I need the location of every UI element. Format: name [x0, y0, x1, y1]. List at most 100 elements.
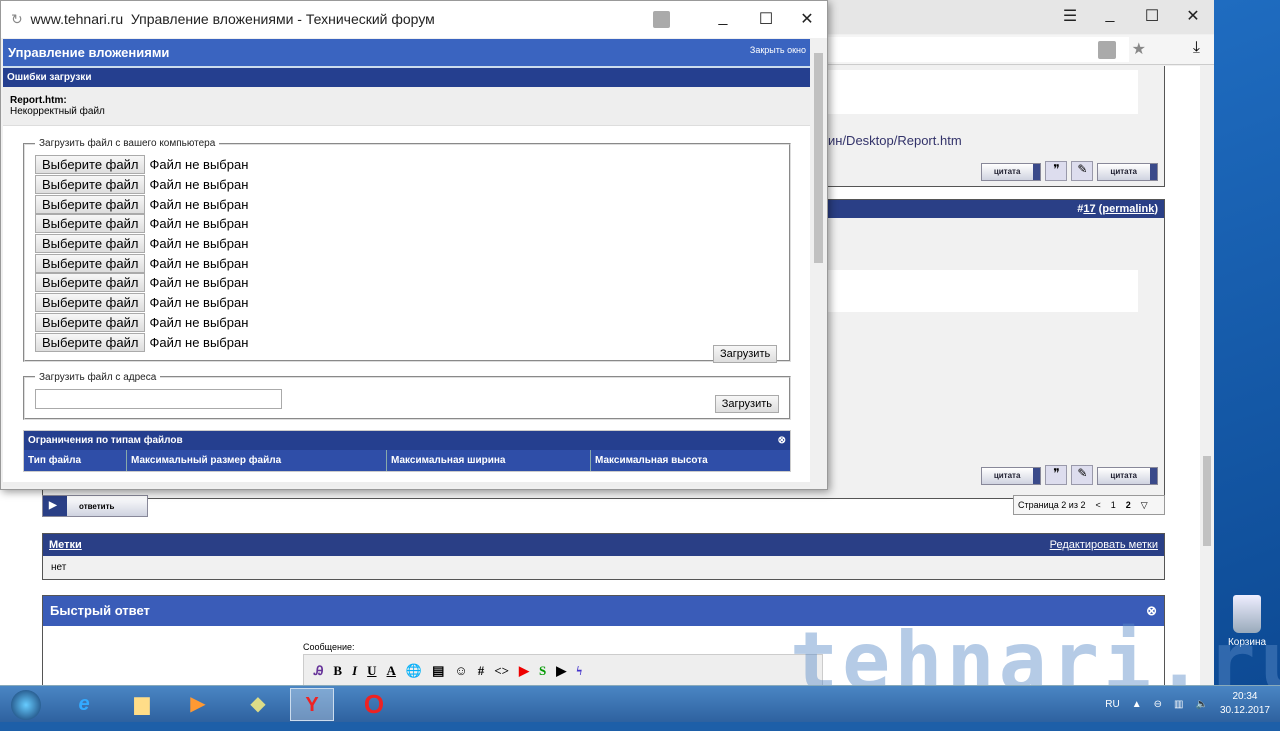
- popup-content: Управление вложениями Закрыть окно Ошибки…: [3, 39, 811, 487]
- desktop: [1214, 0, 1280, 685]
- url-field[interactable]: [828, 37, 1129, 62]
- download-icon[interactable]: ⤓: [1193, 39, 1200, 57]
- start-button[interactable]: [4, 688, 48, 721]
- page-scrollbar[interactable]: [1200, 66, 1214, 685]
- choose-file-button[interactable]: Выберите файл: [35, 175, 146, 195]
- col-max-width: Максимальная ширина: [387, 449, 591, 471]
- attachments-popup: ↻ www.tehnari.ru Управление вложениями -…: [0, 0, 828, 490]
- attachment-link[interactable]: ин/Desktop/Report.htm: [828, 133, 962, 148]
- media-player-icon[interactable]: ▶: [176, 688, 220, 721]
- choose-file-button[interactable]: Выберите файл: [35, 155, 146, 175]
- file-row: Выберите файл Файл не выбран: [35, 175, 779, 195]
- maximize-button[interactable]: ☐: [1137, 6, 1167, 26]
- file-row: Выберите файл Файл не выбран: [35, 332, 779, 352]
- link-icon[interactable]: 🌐: [406, 663, 422, 685]
- s-icon[interactable]: S: [539, 663, 546, 685]
- message-label: Сообщение:: [303, 642, 355, 652]
- ie-icon[interactable]: e: [62, 688, 106, 721]
- tray-arrow-icon[interactable]: ▲: [1132, 699, 1142, 710]
- choose-file-button[interactable]: Выберите файл: [35, 332, 146, 352]
- post-number-link[interactable]: 17: [1083, 203, 1095, 215]
- pagination: Страница 2 из 2 <1 2 ▽: [1013, 495, 1165, 515]
- no-file-label: Файл не выбран: [149, 295, 249, 311]
- popup-scrollbar[interactable]: [810, 39, 826, 487]
- smiley-icon[interactable]: ☺: [454, 663, 467, 685]
- reply-button[interactable]: ▶ ответить: [42, 495, 148, 517]
- multiquote-icon[interactable]: ❞: [1045, 161, 1068, 181]
- no-file-label: Файл не выбран: [149, 334, 249, 350]
- pager-page-2: 2: [1125, 500, 1131, 510]
- edit-icon[interactable]: ✎: [1071, 465, 1094, 485]
- pager-label: Страница 2 из 2: [1018, 500, 1086, 510]
- bold-button[interactable]: B: [333, 663, 342, 685]
- upload-button[interactable]: Загрузить: [713, 345, 778, 363]
- collapse-icon[interactable]: ⊗: [778, 435, 786, 446]
- play-icon[interactable]: ▶: [556, 663, 566, 685]
- permalink-link[interactable]: permalink: [1102, 203, 1154, 215]
- quote-button[interactable]: цитата: [980, 467, 1042, 485]
- upload-url-button[interactable]: Загрузить: [714, 394, 779, 413]
- no-file-label: Файл не выбран: [149, 255, 249, 271]
- hash-button[interactable]: #: [478, 663, 485, 685]
- protect-icon[interactable]: [1098, 41, 1116, 59]
- clock[interactable]: 20:34 30.12.2017: [1220, 690, 1270, 718]
- pager-page-1[interactable]: 1: [1111, 500, 1116, 510]
- close-button[interactable]: ✕: [1178, 6, 1208, 26]
- youtube-icon[interactable]: ▶: [519, 663, 529, 685]
- popup-header: Управление вложениями: [8, 45, 170, 60]
- minimize-button[interactable]: _: [1095, 6, 1125, 24]
- app-icon[interactable]: ◆: [236, 688, 280, 721]
- image-icon[interactable]: ▤: [432, 663, 444, 685]
- tray-app-icon[interactable]: ⊖: [1154, 699, 1162, 710]
- reply-label: ответить: [79, 502, 115, 511]
- bookmark-star-icon[interactable]: ★: [1132, 39, 1146, 59]
- choose-file-button[interactable]: Выберите файл: [35, 194, 146, 214]
- url-input[interactable]: [35, 388, 282, 409]
- close-window-link[interactable]: Закрыть окно: [750, 45, 806, 60]
- edit-icon[interactable]: ✎: [1071, 161, 1094, 181]
- error-message: Некорректный файл: [10, 106, 105, 117]
- reload-icon[interactable]: ↻: [11, 11, 23, 27]
- italic-button[interactable]: I: [352, 663, 357, 685]
- menu-icon[interactable]: ☰: [1055, 6, 1085, 26]
- popup-minimize-button[interactable]: _: [708, 9, 738, 27]
- choose-file-button[interactable]: Выберите файл: [35, 312, 146, 332]
- file-row: Выберите файл Файл не выбран: [35, 194, 779, 214]
- yandex-browser-icon[interactable]: Y: [290, 688, 334, 721]
- error-file: Report.htm:: [10, 95, 67, 106]
- choose-file-button[interactable]: Выберите файл: [35, 253, 146, 273]
- choose-file-button[interactable]: Выберите файл: [35, 293, 146, 313]
- pager-prev[interactable]: <: [1095, 500, 1100, 510]
- system-tray: RU ▲ ⊖ ▥ 🔈 20:34 30.12.2017: [1105, 690, 1270, 718]
- edit-tags-link[interactable]: Редактировать метки: [1050, 539, 1158, 551]
- opera-icon[interactable]: O: [352, 688, 396, 721]
- underline-button[interactable]: U: [367, 663, 376, 685]
- popup-close-button[interactable]: ✕: [792, 9, 822, 29]
- choose-file-button[interactable]: Выберите файл: [35, 234, 146, 254]
- tags-link[interactable]: Метки: [49, 539, 82, 551]
- explorer-icon[interactable]: ▆: [120, 688, 164, 721]
- multiquote-icon[interactable]: ❞: [1045, 465, 1068, 485]
- play-arrow-icon: ▶: [43, 496, 67, 516]
- restrictions-table: Ограничения по типам файлов ⊗ Тип файла М…: [23, 429, 791, 472]
- file-row: Выберите файл Файл не выбран: [35, 234, 779, 254]
- clock-time: 20:34: [1232, 691, 1258, 702]
- quick-quote-button[interactable]: цитата: [1097, 467, 1158, 485]
- remove-format-icon[interactable]: Ꭿ: [314, 663, 323, 685]
- quote-button[interactable]: цитата: [980, 163, 1042, 181]
- choose-file-button[interactable]: Выберите файл: [35, 273, 146, 293]
- clock-date: 30.12.2017: [1219, 705, 1270, 716]
- flash-icon[interactable]: ϟ: [576, 663, 582, 685]
- choose-file-button[interactable]: Выберите файл: [35, 214, 146, 234]
- pager-menu-icon[interactable]: ▽: [1141, 500, 1148, 510]
- code-button[interactable]: <>: [494, 663, 509, 685]
- language-indicator[interactable]: RU: [1105, 699, 1119, 710]
- volume-icon[interactable]: 🔈: [1195, 699, 1207, 710]
- restrictions-header: Ограничения по типам файлов: [28, 434, 183, 446]
- popup-maximize-button[interactable]: ☐: [751, 9, 781, 29]
- network-icon[interactable]: ▥: [1174, 699, 1183, 710]
- quick-quote-button[interactable]: цитата: [1097, 163, 1158, 181]
- no-file-label: Файл не выбран: [149, 216, 249, 232]
- font-color-button[interactable]: A: [387, 663, 396, 685]
- protect-icon[interactable]: [653, 11, 670, 28]
